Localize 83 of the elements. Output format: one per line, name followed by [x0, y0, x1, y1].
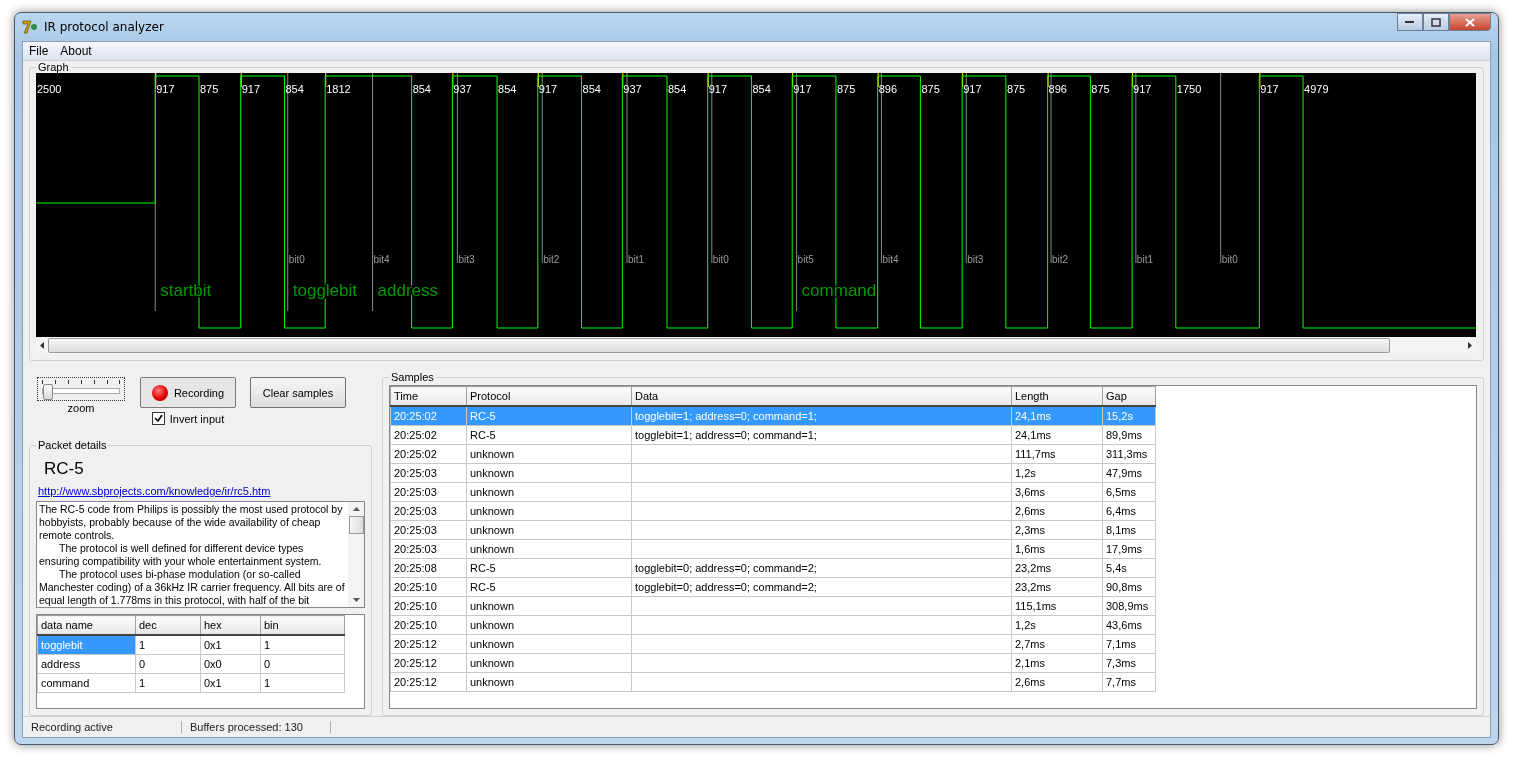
duration-label: 937: [623, 83, 642, 95]
zoom-slider[interactable]: [37, 377, 125, 401]
group-title: Packet details: [37, 439, 108, 451]
duration-label: 875: [836, 83, 856, 95]
column-header[interactable]: Length: [1011, 386, 1103, 406]
column-header[interactable]: Protocol: [466, 386, 632, 406]
scroll-right-icon[interactable]: [1468, 342, 1472, 349]
app-icon: [22, 19, 38, 35]
duration-label: 917: [156, 83, 175, 95]
duration-label: 854: [752, 83, 771, 95]
duration-label: 917: [793, 83, 812, 95]
duration-label: 875: [921, 83, 940, 95]
record-icon: [151, 384, 168, 401]
duration-label: 1812: [326, 83, 351, 95]
minimize-button[interactable]: [1397, 13, 1423, 31]
close-button[interactable]: [1449, 13, 1491, 31]
protocol-link[interactable]: http://www.sbprojects.com/knowledge/ir/rc5.htm: [36, 485, 365, 497]
horizontal-scrollbar[interactable]: [36, 337, 1476, 354]
vertical-scrollbar[interactable]: [348, 502, 364, 607]
close-icon: [1465, 17, 1475, 27]
record-button[interactable]: Recording: [140, 377, 236, 408]
bit-label: bit0: [712, 254, 729, 265]
scroll-up-icon[interactable]: [352, 507, 360, 511]
bit-label: bit2: [1052, 254, 1069, 265]
duration-label: 854: [498, 83, 517, 95]
maximize-icon: [1431, 17, 1441, 27]
duration-label: 875: [1006, 83, 1026, 95]
status-text: Buffers processed: 130: [182, 721, 331, 733]
maximize-button[interactable]: [1423, 13, 1449, 31]
slider-thumb[interactable]: [43, 384, 53, 400]
bit-label: bit4: [882, 254, 899, 265]
protocol-name: RC-5: [43, 458, 85, 480]
tick-marks-icon: [42, 380, 120, 385]
duration-label: 854: [285, 83, 304, 95]
duration-label: 854: [668, 83, 687, 95]
duration-label: 937: [453, 83, 472, 95]
group-title: Graph: [37, 61, 70, 73]
window-title: IR protocol analyzer: [44, 20, 165, 34]
column-header[interactable]: hex: [200, 615, 261, 635]
duration-label: 4979: [1304, 83, 1329, 95]
duration-label: 917: [241, 83, 261, 95]
clear-button[interactable]: Clear samples: [250, 377, 346, 408]
column-header[interactable]: data name: [37, 615, 136, 635]
scroll-down-icon[interactable]: [352, 598, 360, 602]
duration-label: 875: [1091, 83, 1110, 95]
group-title: Samples: [390, 371, 435, 383]
scroll-left-icon[interactable]: [40, 342, 44, 349]
column-header[interactable]: Data: [631, 386, 1012, 406]
bit-label: bit1: [1136, 254, 1153, 265]
duration-label: 896: [1048, 83, 1067, 95]
bit-label: bit3: [458, 254, 475, 265]
bit-label: bit1: [628, 254, 645, 265]
column-header[interactable]: Time: [390, 386, 467, 406]
bit-label: bit4: [373, 254, 390, 265]
bit-label: bit0: [1221, 254, 1238, 265]
duration-label: 917: [1133, 83, 1152, 95]
description-text: The RC-5 code from Philips is possibly the most used protocol by hobbyists, probably because of the wide availability of cheap remote controls. The protocol is well defined for different device types ensuring compatibility with your whole entertainment system. The protocol uses bi-phase modulation (or so-called Manchester coding) of a 36kHz IR carrier frequency. All bits are of equal length of 1.778ms in this protocol, with half of the bit: [38, 502, 346, 607]
column-header[interactable]: dec: [135, 615, 201, 635]
status-text: Recording active: [23, 721, 182, 733]
duration-label: 1750: [1176, 83, 1202, 95]
slider-label: zoom: [67, 402, 95, 414]
checkmark-icon: [153, 414, 163, 423]
minimize-icon: [1405, 20, 1415, 24]
invert-checkbox[interactable]: Invert input: [151, 412, 225, 425]
duration-label: 875: [200, 83, 219, 95]
column-header[interactable]: Gap: [1102, 386, 1156, 406]
bit-label: bit2: [543, 254, 560, 265]
column-header[interactable]: bin: [260, 615, 345, 635]
duration-label: 854: [582, 83, 601, 95]
duration-label: 917: [708, 83, 728, 95]
duration-label: 896: [878, 83, 898, 95]
menu-item[interactable]: About: [54, 42, 98, 60]
scroll-thumb[interactable]: [48, 338, 1390, 353]
menu-item[interactable]: File: [23, 42, 55, 60]
bit-label: bit3: [967, 254, 984, 265]
scroll-thumb[interactable]: [348, 516, 364, 534]
duration-label: 917: [1260, 83, 1279, 95]
bit-label: bit0: [288, 254, 305, 265]
duration-label: 917: [963, 83, 982, 95]
bit-label: bit5: [797, 254, 814, 265]
duration-label: 917: [538, 83, 558, 95]
duration-label: 854: [412, 83, 431, 95]
duration-label: 2500: [37, 83, 62, 95]
